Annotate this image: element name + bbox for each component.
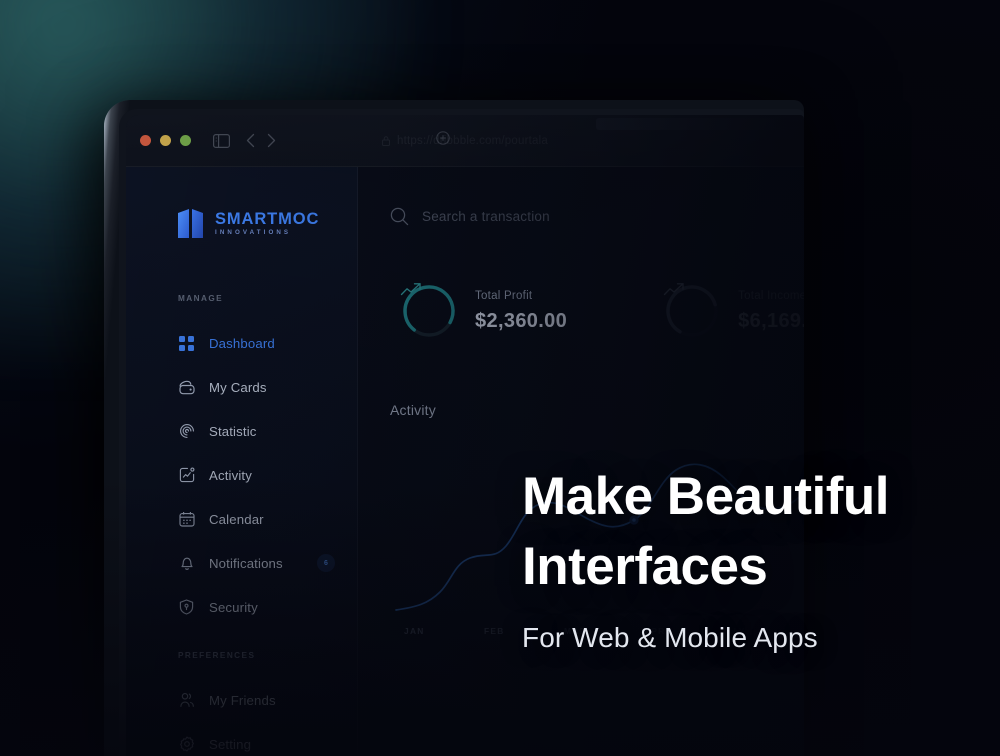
profit-donut-chart xyxy=(400,282,458,340)
activity-section-title: Activity xyxy=(390,402,804,418)
wallet-icon xyxy=(178,379,195,396)
grid-icon xyxy=(178,335,195,352)
stat-value: $2,360.00 xyxy=(475,311,567,331)
stats-row: Total Profit $2,360.00 xyxy=(390,282,804,340)
trend-up-icon xyxy=(663,282,721,340)
sidebar-toggle-icon[interactable] xyxy=(213,134,230,148)
income-donut-chart xyxy=(663,282,721,340)
sidebar-item-label: Dashboard xyxy=(209,336,275,351)
url-text: https://dribbble.com/pourtala xyxy=(397,135,548,147)
sidebar-section-label-manage: MANAGE xyxy=(126,294,357,303)
spiral-icon xyxy=(178,423,195,440)
address-bar[interactable]: https://dribbble.com/pourtala xyxy=(382,135,548,147)
hero-subtitle: For Web & Mobile Apps xyxy=(522,622,992,654)
tab-strip-ghost xyxy=(596,118,804,130)
sidebar-item-statistic[interactable]: Statistic xyxy=(126,409,357,453)
close-window-button[interactable] xyxy=(140,135,151,146)
back-button[interactable] xyxy=(246,133,255,148)
browser-chrome: https://dribbble.com/pourtala xyxy=(126,115,804,167)
hero-text-block: Make Beautiful Interfaces For Web & Mobi… xyxy=(522,462,992,654)
minimize-window-button[interactable] xyxy=(160,135,171,146)
search-input[interactable]: Search a transaction xyxy=(422,209,550,224)
scene: https://dribbble.com/pourtala xyxy=(0,0,1000,756)
stat-value: $6,169.00 xyxy=(738,311,804,331)
app-logo[interactable]: SMARTMOC INNOVATIONS xyxy=(126,209,357,238)
sidebar-item-my-cards[interactable]: My Cards xyxy=(126,365,357,409)
stat-label: Total Profit xyxy=(475,291,567,303)
trend-up-icon xyxy=(400,282,458,340)
stat-card-total-profit[interactable]: Total Profit $2,360.00 xyxy=(400,282,567,340)
forward-button[interactable] xyxy=(267,133,276,148)
sidebar-item-label: My Cards xyxy=(209,380,267,395)
logo-subtitle: INNOVATIONS xyxy=(215,230,319,236)
lock-icon xyxy=(382,136,390,146)
stat-label: Total Income xyxy=(738,291,804,303)
search-bar[interactable]: Search a transaction xyxy=(390,207,804,226)
stat-card-total-income[interactable]: Total Income $6,169.00 xyxy=(663,282,804,340)
sidebar-item-dashboard[interactable]: Dashboard xyxy=(126,321,357,365)
search-icon xyxy=(390,207,409,226)
window-traffic-lights[interactable] xyxy=(140,135,191,146)
logo-name: SMARTMOC xyxy=(215,211,319,228)
maximize-window-button[interactable] xyxy=(180,135,191,146)
hero-headline-line-1: Make Beautiful xyxy=(522,462,992,532)
smartmoc-m-logo-icon xyxy=(178,209,204,238)
sidebar-item-label: Statistic xyxy=(209,424,257,439)
hero-headline-line-2: Interfaces xyxy=(522,532,992,602)
